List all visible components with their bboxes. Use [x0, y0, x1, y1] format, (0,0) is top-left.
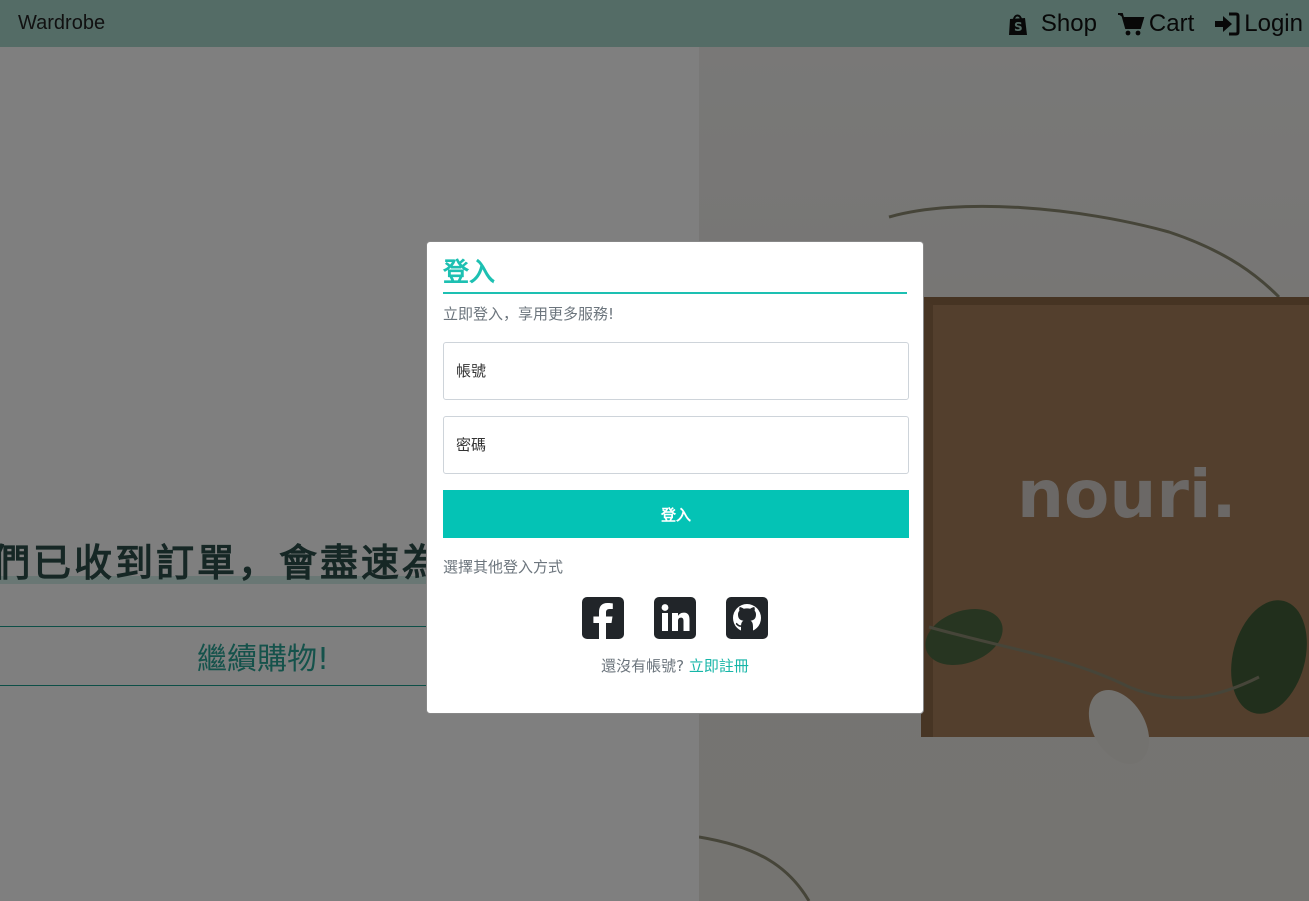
other-login-methods-label: 選擇其他登入方式: [443, 558, 564, 576]
github-login-button[interactable]: [726, 597, 768, 639]
linkedin-login-button[interactable]: [654, 597, 696, 639]
account-input[interactable]: [443, 342, 909, 400]
modal-subtitle: 立即登入，享用更多服務!: [443, 305, 615, 323]
no-account-text: 還沒有帳號?: [601, 657, 689, 675]
linkedin-icon: [654, 597, 696, 639]
modal-title: 登入: [443, 256, 907, 294]
facebook-login-button[interactable]: [582, 597, 624, 639]
login-modal: 登入 立即登入，享用更多服務! 登入 選擇其他登入方式: [426, 241, 924, 714]
facebook-icon: [582, 597, 624, 639]
github-icon: [726, 597, 768, 639]
register-link[interactable]: 立即註冊: [689, 657, 749, 675]
login-button[interactable]: 登入: [443, 490, 909, 538]
password-input[interactable]: [443, 416, 909, 474]
social-login-group: [443, 597, 907, 639]
signup-prompt: 還沒有帳號? 立即註冊: [443, 655, 907, 676]
